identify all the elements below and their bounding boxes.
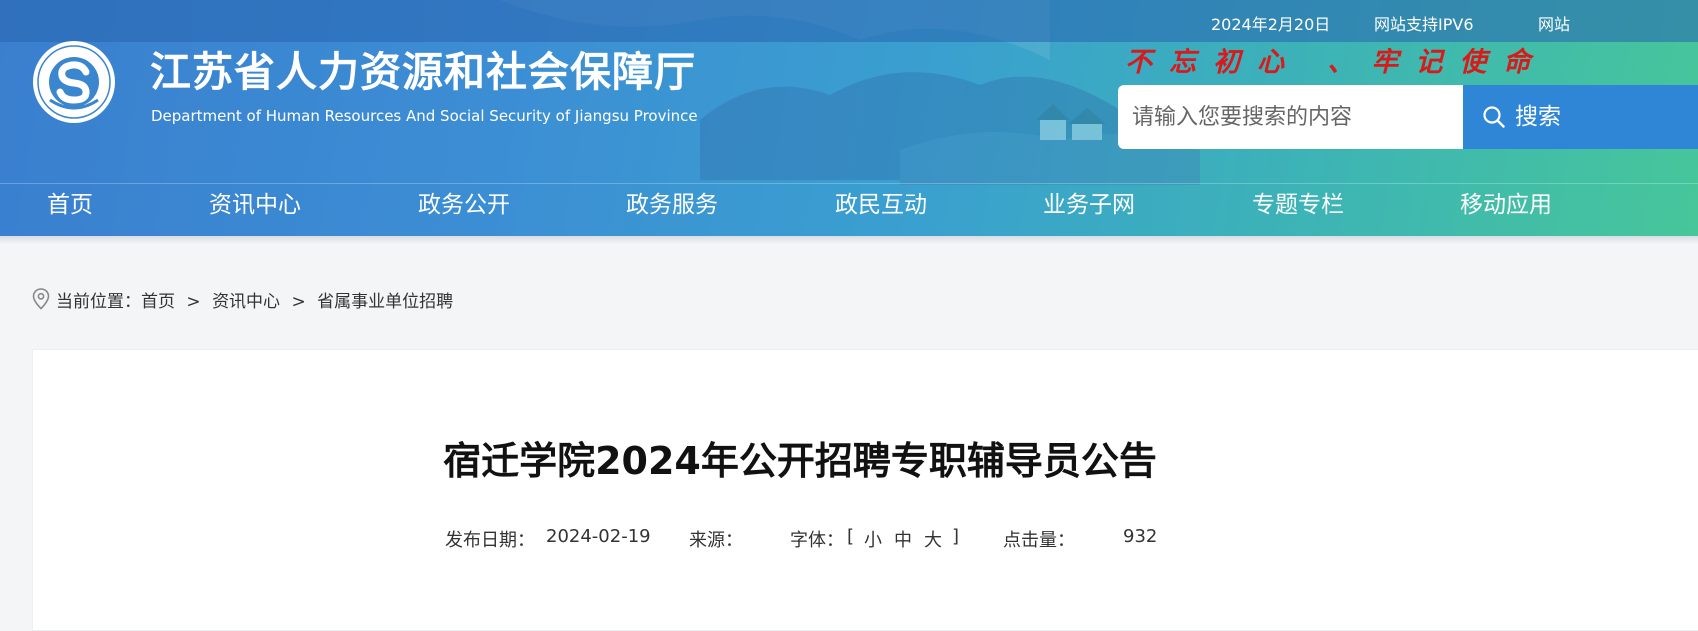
search-icon — [1483, 106, 1505, 128]
click-count: 932 — [1123, 526, 1158, 547]
top-utility-bar: 2024年2月20日 网站支持IPV6 网站 — [0, 0, 1698, 42]
search-input[interactable] — [1118, 85, 1463, 149]
site-header: 2024年2月20日 网站支持IPV6 网站 江苏省人力资源和社会保障厅 Dep… — [0, 0, 1698, 236]
breadcrumb-prefix: 当前位置： — [56, 292, 141, 312]
font-size-small[interactable]: 小 — [864, 526, 882, 552]
nav-item-interaction[interactable]: 政民互动 — [835, 184, 927, 236]
slogan: 不忘初心 、牢记使命 — [1125, 47, 1548, 78]
header-shadow — [0, 236, 1698, 244]
article-panel — [32, 349, 1698, 631]
location-pin-icon — [32, 288, 50, 310]
search-button[interactable]: 搜索 — [1463, 85, 1698, 149]
nav-item-topics[interactable]: 专题专栏 — [1252, 184, 1344, 236]
department-emblem-icon[interactable] — [32, 40, 116, 124]
font-size-large[interactable]: 大 — [924, 526, 942, 552]
search-button-label: 搜索 — [1515, 104, 1561, 130]
breadcrumb-link-category[interactable]: 省属事业单位招聘 — [317, 292, 453, 312]
click-count-label: 点击量： — [1003, 530, 1075, 551]
site-subtitle-en: Department of Human Resources And Social… — [151, 107, 698, 125]
nav-item-gov-affairs[interactable]: 政务公开 — [418, 184, 510, 236]
nav-item-mobile[interactable]: 移动应用 — [1460, 184, 1552, 236]
font-size-medium[interactable]: 中 — [894, 526, 912, 552]
font-size-bracket-close: ] — [952, 526, 960, 547]
nav-item-news[interactable]: 资讯中心 — [209, 184, 301, 236]
publish-date: 2024-02-19 — [546, 526, 651, 547]
nav-item-gov-services[interactable]: 政务服务 — [626, 184, 718, 236]
font-size-label: 字体： — [790, 530, 844, 551]
source-label: 来源： — [689, 530, 743, 551]
publish-date-label: 发布日期： — [445, 530, 535, 551]
current-date: 2024年2月20日 — [1211, 15, 1331, 34]
search-bar: 搜索 — [1118, 85, 1698, 149]
breadcrumb-separator: > — [291, 292, 306, 312]
breadcrumb-link-news[interactable]: 资讯中心 — [212, 292, 280, 312]
breadcrumb-link-home[interactable]: 首页 — [141, 292, 175, 312]
topbar-extra-link[interactable]: 网站 — [1538, 11, 1570, 35]
nav-item-subsites[interactable]: 业务子网 — [1043, 184, 1135, 236]
article-title: 宿迁学院2024年公开招聘专职辅导员公告 — [443, 439, 1157, 483]
nav-item-home[interactable]: 首页 — [47, 184, 93, 236]
font-size-bracket-open: [ — [847, 526, 855, 547]
site-title[interactable]: 江苏省人力资源和社会保障厅 — [150, 38, 696, 98]
main-nav: 首页 资讯中心 政务公开 政务服务 政民互动 业务子网 专题专栏 移动应用 — [0, 183, 1698, 236]
breadcrumb-separator: > — [186, 292, 201, 312]
ipv6-support-link[interactable]: 网站支持IPV6 — [1374, 11, 1474, 35]
